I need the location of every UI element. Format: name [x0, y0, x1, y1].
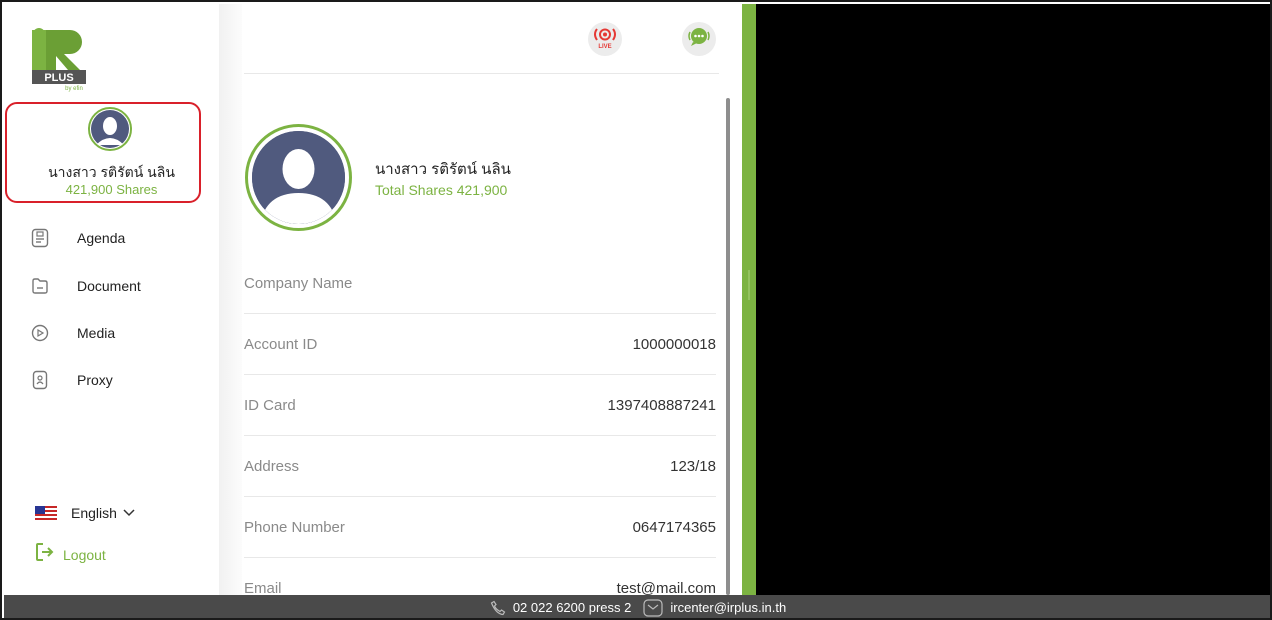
footer-phone[interactable]: 02 022 6200 press 2	[490, 600, 632, 616]
profile-avatar	[245, 124, 352, 231]
profile-panel: LIVE นางสาว รติรัตน์ นลิน Total Shares 4…	[242, 4, 742, 597]
irplus-logo[interactable]: PLUS by efin	[30, 26, 88, 92]
sidebar-item-agenda[interactable]: Agenda	[30, 226, 125, 250]
field-label: Phone Number	[244, 519, 345, 536]
chat-bubble-icon	[687, 25, 711, 54]
sidebar-item-label: Agenda	[77, 230, 126, 246]
sidebar-item-label: Media	[77, 325, 116, 341]
footer-contact-bar: 02 022 6200 press 2 ircenter@irplus.in.t…	[4, 595, 1270, 618]
field-row-phone-number: Phone Number 0647174365	[244, 497, 716, 558]
footer-email[interactable]: ircenter@irplus.in.th	[643, 598, 787, 617]
live-label: LIVE	[598, 44, 611, 50]
footer-email-text: ircenter@irplus.in.th	[670, 600, 787, 615]
agenda-icon	[30, 228, 50, 248]
field-value: 1397408887241	[607, 397, 716, 414]
live-broadcast-icon: LIVE	[592, 24, 618, 55]
video-area	[756, 4, 1270, 595]
mail-icon	[643, 598, 663, 617]
us-flag-icon	[35, 506, 57, 520]
svg-text:by efin: by efin	[65, 86, 83, 92]
field-label: Company Name	[244, 275, 353, 292]
footer-phone-text: 02 022 6200 press 2	[512, 600, 632, 615]
header-divider	[244, 73, 719, 74]
field-label: Address	[244, 458, 300, 475]
field-value: 1000000018	[632, 336, 716, 353]
live-button[interactable]: LIVE	[588, 22, 622, 56]
field-label: ID Card	[244, 397, 296, 414]
field-value: 0647174365	[632, 519, 716, 536]
folder-icon	[30, 276, 50, 296]
language-selector[interactable]: English	[35, 504, 135, 522]
field-row-id-card: ID Card 1397408887241	[244, 375, 716, 436]
sidebar-item-label: Proxy	[77, 372, 113, 388]
sidebar-item-media[interactable]: Media	[30, 321, 115, 345]
logout-label: Logout	[63, 546, 106, 563]
play-icon	[30, 323, 50, 343]
profile-total-shares: Total Shares 421,900	[375, 182, 508, 198]
phone-icon	[490, 600, 506, 616]
field-label: Account ID	[244, 336, 318, 353]
sidebar-item-proxy[interactable]: Proxy	[30, 368, 113, 392]
sidebar-user-name: นางสาว รติรัตน์ นลิน	[48, 164, 175, 180]
sidebar-item-label: Document	[77, 278, 141, 294]
logout-icon	[35, 542, 55, 567]
sidebar-item-document[interactable]: Document	[30, 274, 141, 298]
user-avatar[interactable]	[88, 107, 132, 151]
field-row-company-name: Company Name	[244, 253, 716, 314]
logout-button[interactable]: Logout	[35, 542, 106, 567]
field-value: 123/18	[670, 458, 716, 475]
svg-text:PLUS: PLUS	[44, 72, 73, 84]
field-row-account-id: Account ID 1000000018	[244, 314, 716, 375]
chevron-down-icon	[123, 504, 135, 522]
chat-button[interactable]	[682, 22, 716, 56]
sidebar-user-shares: 421,900 Shares	[65, 182, 158, 197]
field-row-address: Address 123/18	[244, 436, 716, 497]
resize-grip-icon[interactable]	[748, 270, 750, 300]
proxy-icon	[30, 370, 50, 390]
scrollbar[interactable]	[726, 98, 730, 595]
sidebar: PLUS by efin นางสาว รติรัตน์ นลิน 421,90…	[4, 4, 219, 595]
profile-name: นางสาว รติรัตน์ นลิน	[375, 161, 511, 178]
app-window: PLUS by efin นางสาว รติรัตน์ นลิน 421,90…	[0, 0, 1272, 620]
language-label: English	[71, 505, 117, 521]
